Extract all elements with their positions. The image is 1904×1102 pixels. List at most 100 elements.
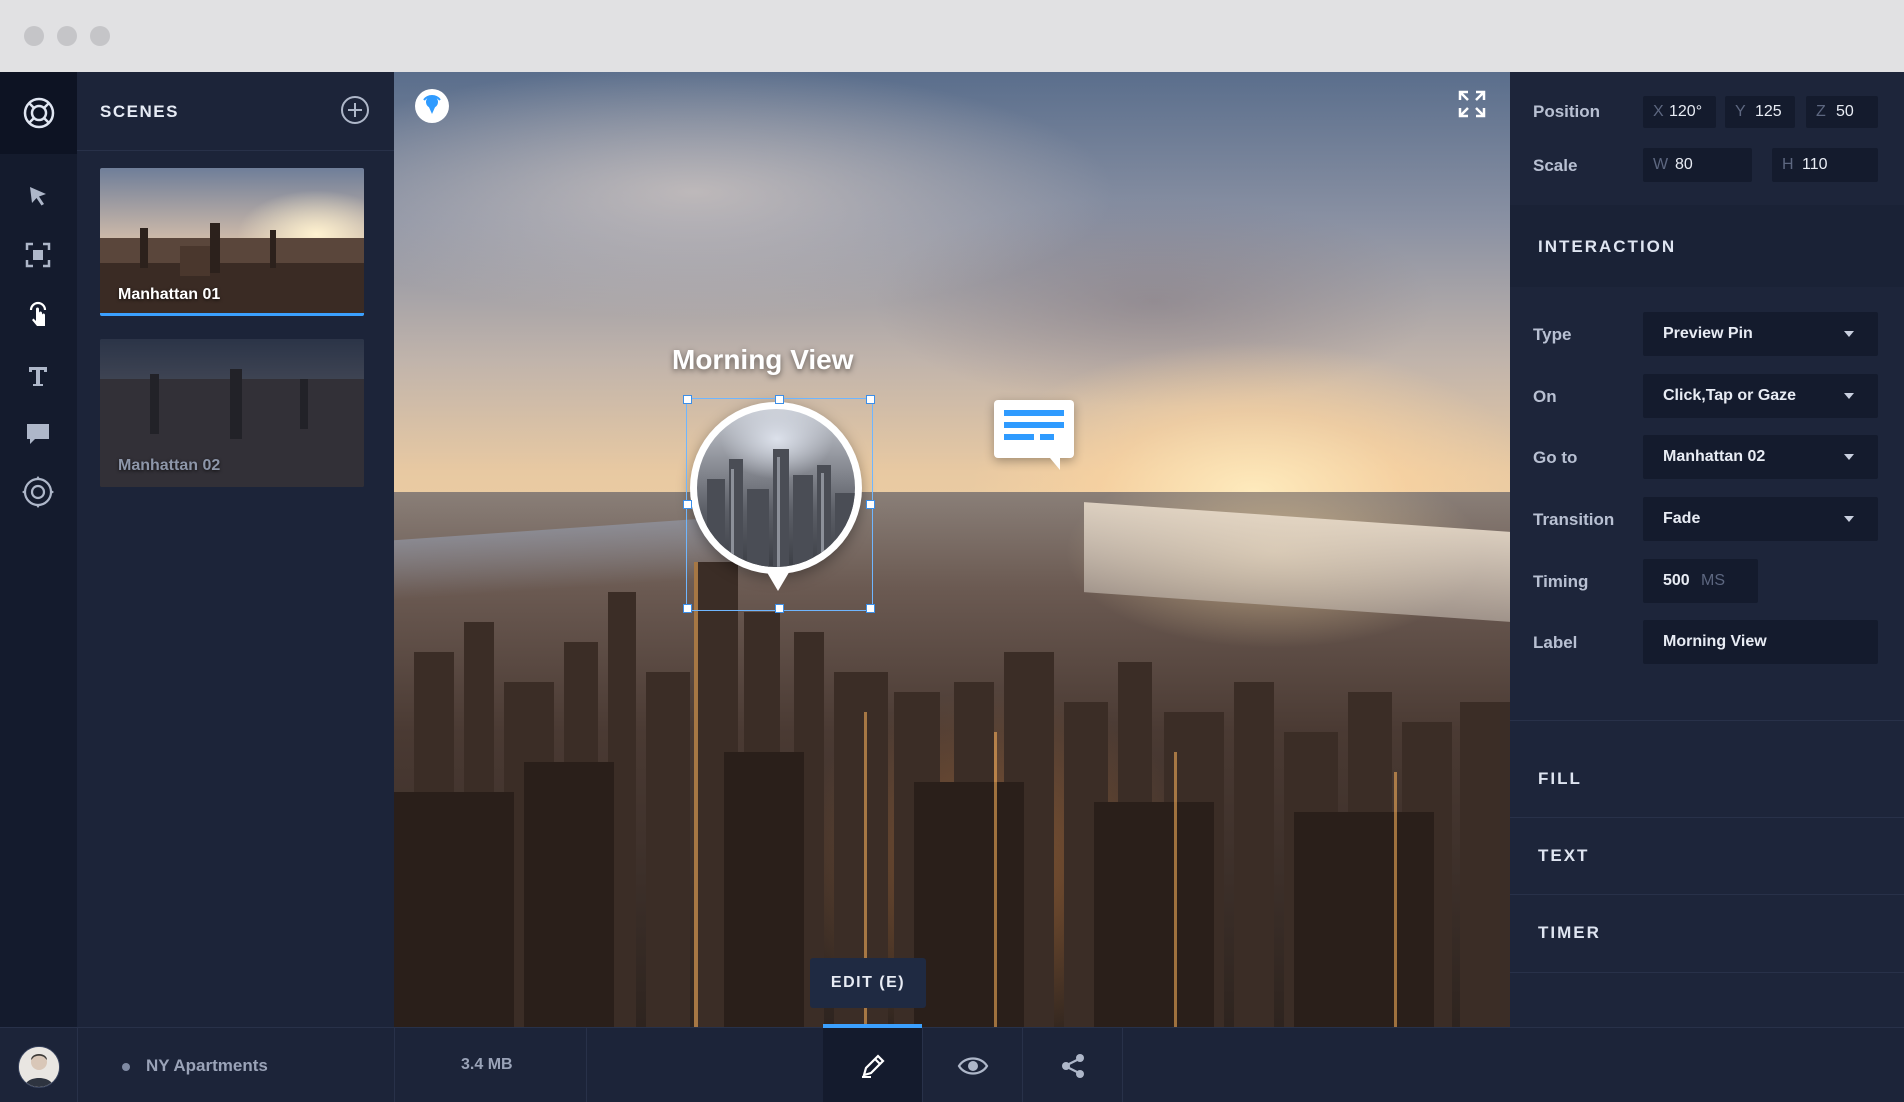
scenes-title: SCENES bbox=[100, 102, 179, 121]
scale-h-field[interactable]: H 110 bbox=[1772, 148, 1878, 182]
share-button[interactable] bbox=[1023, 1028, 1122, 1102]
scale-w-field[interactable]: W 80 bbox=[1643, 148, 1752, 182]
pin-label-text: Morning View bbox=[672, 344, 854, 375]
position-z-value: 50 bbox=[1836, 103, 1854, 120]
resize-handle[interactable] bbox=[866, 395, 875, 404]
on-label: On bbox=[1533, 387, 1557, 406]
type-dropdown[interactable]: Preview Pin bbox=[1643, 312, 1878, 356]
resize-handle[interactable] bbox=[683, 604, 692, 613]
project-name[interactable]: NY Apartments bbox=[146, 1056, 268, 1076]
section-divider bbox=[1510, 972, 1904, 973]
scale-w-value: 80 bbox=[1675, 156, 1693, 173]
scene-thumbnail-label: Manhattan 01 bbox=[118, 286, 221, 303]
interaction-section-header[interactable]: INTERACTION bbox=[1510, 205, 1904, 287]
interaction-title: INTERACTION bbox=[1538, 237, 1677, 256]
position-z-field[interactable]: Z 50 bbox=[1806, 96, 1878, 128]
edit-mode-button[interactable] bbox=[823, 1024, 922, 1102]
select-arrow-icon[interactable] bbox=[18, 176, 58, 216]
on-dropdown-value: Click,Tap or Gaze bbox=[1663, 387, 1797, 404]
orbit-icon[interactable] bbox=[18, 472, 58, 512]
on-dropdown[interactable]: Click,Tap or Gaze bbox=[1643, 374, 1878, 418]
fullscreen-icon[interactable] bbox=[1456, 88, 1488, 120]
bottom-bar: NY Apartments 3.4 MB bbox=[0, 1024, 1904, 1102]
window-zoom-button[interactable] bbox=[90, 26, 110, 46]
title-bar bbox=[0, 0, 1904, 73]
transition-label: Transition bbox=[1533, 510, 1615, 529]
selected-scene-indicator bbox=[100, 313, 364, 316]
project-size: 3.4 MB bbox=[461, 1056, 513, 1073]
chat-bubble-icon[interactable] bbox=[994, 400, 1074, 470]
window-minimize-button[interactable] bbox=[57, 26, 77, 46]
text-section-header[interactable]: TEXT bbox=[1510, 818, 1904, 894]
scene-thumbnail-manhattan-02[interactable]: Manhattan 02 bbox=[100, 339, 364, 487]
edit-mode-tooltip: EDIT (E) bbox=[810, 958, 926, 1008]
skyline-illustration bbox=[394, 562, 1510, 1027]
position-x-value: 120° bbox=[1669, 103, 1703, 120]
bottom-divider bbox=[586, 1028, 587, 1102]
position-label: Position bbox=[1533, 102, 1601, 121]
text-title: TEXT bbox=[1538, 846, 1590, 865]
resize-handle[interactable] bbox=[775, 395, 784, 404]
label-input[interactable]: Morning View bbox=[1643, 620, 1878, 664]
scene-thumbnail-label: Manhattan 02 bbox=[118, 457, 221, 474]
label-label: Label bbox=[1533, 633, 1578, 652]
active-mode-indicator bbox=[823, 1024, 922, 1028]
resize-handle[interactable] bbox=[866, 604, 875, 613]
bottom-divider bbox=[77, 1028, 78, 1102]
avatar[interactable] bbox=[18, 1046, 60, 1088]
z-axis-label: Z bbox=[1816, 103, 1826, 120]
timer-section-header[interactable]: TIMER bbox=[1510, 895, 1904, 971]
scene-thumbnail-manhattan-01[interactable]: Manhattan 01 bbox=[100, 168, 364, 316]
section-divider bbox=[1510, 720, 1904, 721]
fill-title: FILL bbox=[1538, 769, 1582, 788]
chevron-down-icon bbox=[1844, 331, 1854, 337]
window-close-button[interactable] bbox=[24, 26, 44, 46]
goto-dropdown-value: Manhattan 02 bbox=[1663, 448, 1766, 465]
type-label: Type bbox=[1533, 325, 1572, 344]
app-window: SCENES Manhattan 01 Manhattan 02 Morning… bbox=[0, 0, 1904, 1102]
status-dot bbox=[122, 1063, 130, 1071]
resize-handle[interactable] bbox=[683, 395, 692, 404]
preview-mode-button[interactable] bbox=[923, 1028, 1022, 1102]
x-axis-label: X bbox=[1653, 103, 1664, 120]
timer-title: TIMER bbox=[1538, 923, 1601, 942]
chevron-down-icon bbox=[1844, 516, 1854, 522]
transition-dropdown[interactable]: Fade bbox=[1643, 497, 1878, 541]
scenes-header: SCENES bbox=[77, 72, 394, 151]
scenes-panel: SCENES Manhattan 01 Manhattan 02 bbox=[77, 72, 395, 1027]
selection-box[interactable] bbox=[683, 395, 875, 613]
resize-handle[interactable] bbox=[866, 500, 875, 509]
goto-dropdown[interactable]: Manhattan 02 bbox=[1643, 435, 1878, 479]
bottom-divider bbox=[394, 1028, 395, 1102]
properties-panel: Position X 120° Y 125 Z 50 Scale W 80 H … bbox=[1510, 72, 1904, 1027]
y-axis-label: Y bbox=[1735, 103, 1746, 120]
resize-handle[interactable] bbox=[775, 604, 784, 613]
transform-icon[interactable] bbox=[18, 235, 58, 275]
position-y-field[interactable]: Y 125 bbox=[1725, 96, 1795, 128]
timing-unit: MS bbox=[1701, 572, 1725, 589]
share-icon bbox=[1061, 1053, 1084, 1078]
chevron-down-icon bbox=[1844, 393, 1854, 399]
scale-h-value: 110 bbox=[1802, 156, 1828, 173]
type-dropdown-value: Preview Pin bbox=[1663, 325, 1753, 342]
compass-pin-icon[interactable] bbox=[414, 88, 450, 124]
chevron-down-icon bbox=[1844, 454, 1854, 460]
plus-circle-icon[interactable] bbox=[339, 94, 371, 126]
preview-eye-icon bbox=[957, 1056, 988, 1075]
transition-dropdown-value: Fade bbox=[1663, 510, 1701, 527]
edit-pencil-icon bbox=[861, 1053, 885, 1078]
position-y-value: 125 bbox=[1755, 103, 1782, 120]
fill-section-header[interactable]: FILL bbox=[1510, 741, 1904, 809]
logo-ring-icon[interactable] bbox=[0, 72, 77, 154]
position-x-field[interactable]: X 120° bbox=[1643, 96, 1716, 128]
panorama-viewport[interactable]: Morning View EDIT (E) bbox=[394, 72, 1510, 1027]
label-input-value: Morning View bbox=[1663, 633, 1767, 650]
timing-input[interactable]: 500 MS bbox=[1643, 559, 1758, 603]
bottom-divider bbox=[1122, 1028, 1123, 1102]
timing-value: 500 bbox=[1663, 572, 1690, 589]
resize-handle[interactable] bbox=[683, 500, 692, 509]
hotspot-touch-icon[interactable] bbox=[18, 294, 58, 334]
w-axis-label: W bbox=[1653, 156, 1669, 173]
text-icon[interactable] bbox=[18, 356, 58, 396]
comment-icon[interactable] bbox=[18, 414, 58, 454]
